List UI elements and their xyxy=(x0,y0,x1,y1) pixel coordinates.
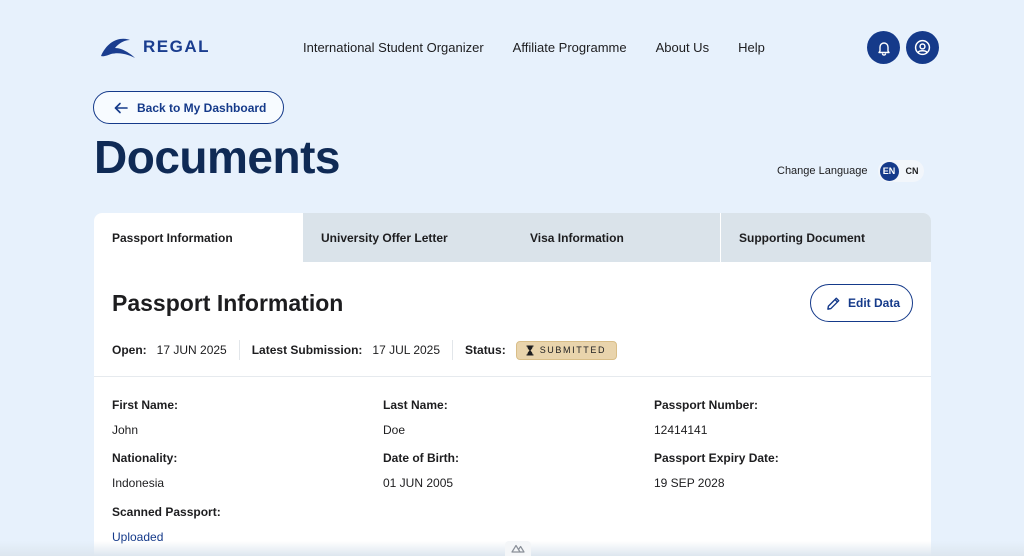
language-option-cn[interactable]: CN xyxy=(903,162,922,181)
status-badge: SUBMITTED xyxy=(515,340,618,360)
open-value: 17 JUN 2025 xyxy=(156,343,227,357)
devtools-toggle[interactable] xyxy=(505,541,531,556)
passport-number-label: Passport Number: xyxy=(654,398,759,412)
tab-passport-information[interactable]: Passport Information xyxy=(94,213,303,262)
field-date-of-birth: Date of Birth: 01 JUN 2005 xyxy=(383,451,459,490)
first-name-value: John xyxy=(112,423,139,437)
back-to-dashboard-button[interactable]: Back to My Dashboard xyxy=(93,91,284,124)
section-divider xyxy=(94,376,931,377)
date-of-birth-value: 01 JUN 2005 xyxy=(383,476,454,490)
page-title: Documents xyxy=(94,131,340,183)
back-button-label: Back to My Dashboard xyxy=(137,100,267,115)
latest-submission: Latest Submission: 17 JUL 2025 xyxy=(252,340,440,360)
field-passport-number: Passport Number: 12414141 xyxy=(654,398,758,437)
tab-supporting-document[interactable]: Supporting Document xyxy=(721,213,931,262)
field-scanned-passport: Scanned Passport: Uploaded xyxy=(112,505,221,544)
status-label: Status: xyxy=(465,343,506,357)
bell-icon xyxy=(877,41,890,56)
main-nav: International Student Organizer Affiliat… xyxy=(303,40,765,55)
passport-number-value: 12414141 xyxy=(654,423,708,437)
logo-wordmark: REGAL xyxy=(143,37,210,56)
arrow-left-icon xyxy=(114,102,128,113)
nav-item-international-student-organizer[interactable]: International Student Organizer xyxy=(303,40,484,55)
edit-data-button[interactable]: Edit Data xyxy=(810,284,913,322)
latest-submission-label: Latest Submission: xyxy=(251,343,363,357)
status-badge-text: SUBMITTED xyxy=(539,345,607,355)
nav-item-affiliate-programme[interactable]: Affiliate Programme xyxy=(513,40,627,55)
edit-data-label: Edit Data xyxy=(848,296,901,310)
submission-meta: Open: 17 JUN 2025 Latest Submission: 17 … xyxy=(112,340,618,360)
language-switcher: Change Language EN CN xyxy=(777,160,924,182)
regal-logo[interactable]: REGAL xyxy=(99,34,210,60)
open-label: Open: xyxy=(112,343,147,357)
last-name-label: Last Name: xyxy=(383,398,448,412)
passport-expiry-label: Passport Expiry Date: xyxy=(654,451,779,465)
field-passport-expiry-date: Passport Expiry Date: 19 SEP 2028 xyxy=(654,451,779,490)
document-tabs: Passport Information University Offer Le… xyxy=(94,213,931,262)
change-language-label: Change Language xyxy=(777,165,868,177)
notifications-button[interactable] xyxy=(867,31,900,64)
passport-expiry-value: 19 SEP 2028 xyxy=(654,476,725,490)
nationality-value: Indonesia xyxy=(112,476,165,490)
scanned-passport-label: Scanned Passport: xyxy=(112,505,221,519)
field-first-name: First Name: John xyxy=(112,398,178,437)
status: Status: SUBMITTED xyxy=(465,340,618,360)
first-name-label: First Name: xyxy=(112,398,179,412)
meta-divider xyxy=(452,340,454,360)
last-name-value: Doe xyxy=(383,423,406,437)
language-option-en[interactable]: EN xyxy=(879,161,899,181)
nuxt-devtools-icon xyxy=(511,544,525,553)
latest-submission-value: 17 JUL 2025 xyxy=(372,343,441,357)
user-circle-icon xyxy=(914,39,931,56)
hourglass-icon xyxy=(526,345,534,355)
tab-visa-information[interactable]: Visa Information xyxy=(512,213,721,262)
pencil-icon xyxy=(827,297,840,310)
documents-card: Passport Information University Offer Le… xyxy=(94,213,931,556)
nav-item-help[interactable]: Help xyxy=(738,40,765,55)
nav-item-about-us[interactable]: About Us xyxy=(656,40,709,55)
field-nationality: Nationality: Indonesia xyxy=(112,451,177,490)
regal-logo-mark xyxy=(101,38,135,58)
section-title: Passport Information xyxy=(112,290,344,316)
language-toggle: EN CN xyxy=(877,160,924,182)
field-last-name: Last Name: Doe xyxy=(383,398,448,437)
nationality-label: Nationality: xyxy=(112,451,178,465)
profile-button[interactable] xyxy=(906,31,939,64)
tab-university-offer-letter[interactable]: University Offer Letter xyxy=(303,213,512,262)
date-of-birth-label: Date of Birth: xyxy=(383,451,459,465)
meta-divider xyxy=(238,340,240,360)
open-date: Open: 17 JUN 2025 xyxy=(112,340,227,360)
